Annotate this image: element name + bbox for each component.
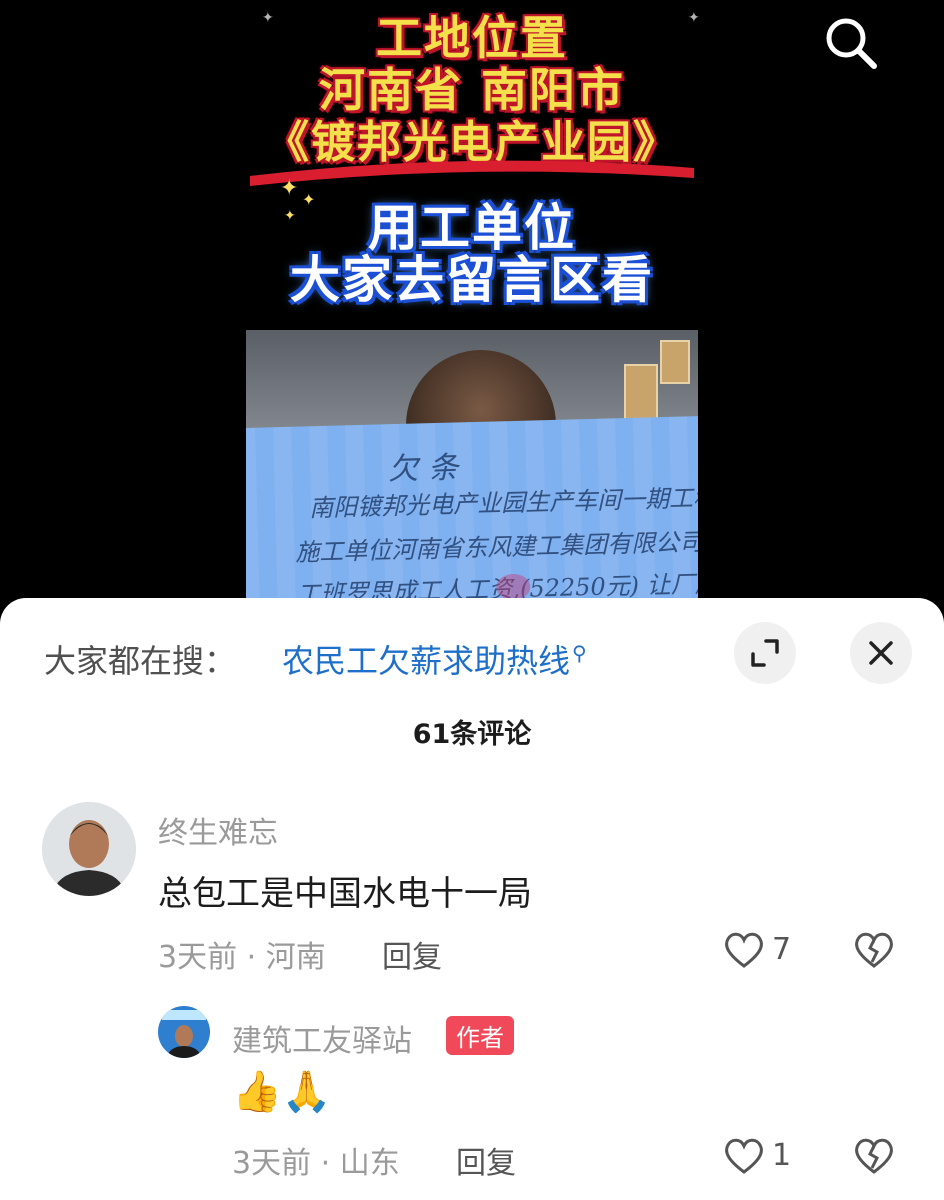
heart-icon [725,932,763,968]
reply-meta: 3天前 · 山东 [232,1146,400,1181]
reply-text: 👍🙏 [232,1069,332,1115]
broken-heart-icon [855,932,893,968]
close-button[interactable] [850,622,912,684]
hot-search-label: 大家都在搜： [44,642,237,680]
user-avatar-icon [42,802,136,896]
heart-icon [725,1138,763,1174]
note-title: 欠条 [387,450,469,488]
hot-search-link[interactable]: 农民工欠薪求助热线 ⚲ [282,636,587,682]
dislike-button[interactable] [852,1136,896,1176]
red-swoosh-decoration [250,160,694,186]
video-player[interactable]: ✦ ✦ 工地位置 河南省 南阳市 《镀邦光电产业园》 ✦ ✦ ✦ 用工单位 大家… [0,0,944,640]
hot-search-query[interactable]: 农民工欠薪求助热线 [282,642,570,680]
cover-subtitle-line-2: 大家去留言区看 [290,251,654,309]
like-count: 7 [772,932,792,967]
expand-button[interactable] [734,622,796,684]
video-photo: 欠条 南阳镀邦光电产业园生产车间一期工程 施工单位河南省东风建工集团有限公司,由… [246,330,698,630]
like-button[interactable] [722,930,766,970]
dislike-button[interactable] [852,930,896,970]
like-count: 1 [772,1138,792,1173]
search-icon: ⚲ [572,641,587,666]
reply-button[interactable]: 回复 [382,932,442,976]
search-icon [826,18,877,69]
avatar[interactable] [42,802,136,896]
search-button[interactable] [818,10,882,74]
reply-username[interactable]: 建筑工友驿站 [232,1016,412,1060]
author-avatar-icon [158,1006,210,1058]
note-line: 施工单位河南省东风建工集团有限公司,由木 [294,526,698,567]
comment-meta: 3天前 · 河南 [158,940,326,975]
comment-text: 总包工是中国水电十一局 [158,874,532,914]
wall-poster [660,340,690,384]
reply-button[interactable]: 回复 [456,1138,516,1182]
note-line: 南阳镀邦光电产业园生产车间一期工程 [308,483,698,523]
expand-icon [751,639,779,667]
like-button[interactable] [722,1136,766,1176]
avatar[interactable] [158,1006,210,1058]
comment-count: 61条评论 [412,719,532,750]
comment-username[interactable]: 终生难忘 [158,808,278,852]
broken-heart-icon [855,1138,893,1174]
author-badge: 作者 [446,1016,514,1055]
close-icon [869,641,893,665]
